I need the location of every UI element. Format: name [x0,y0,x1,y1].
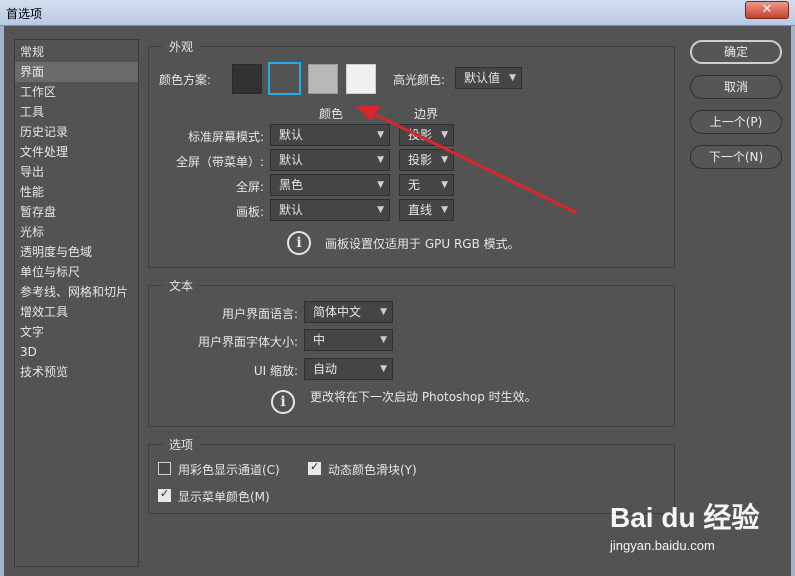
ui-scale-label: UI 缩放: [253,364,298,378]
fullscreen-menu-color-select[interactable]: 默认 ▼ [270,149,390,171]
chevron-down-icon: ▼ [380,335,387,345]
nav-item-scratch-disks[interactable]: 暂存盘 [15,202,138,222]
artboard-label: 画板: [235,205,264,219]
title-bar: 首选项 ✕ [0,0,795,26]
color-channels-label: 用彩色显示通道(C) [178,463,280,477]
fullscreen-color-value: 黑色 [279,178,304,192]
nav-item-guides-grid[interactable]: 参考线、网格和切片 [15,282,138,302]
watermark-site: jingyan.baidu.com [610,538,715,553]
nav-item-tools[interactable]: 工具 [15,102,138,122]
color-scheme-label: 颜色方案: [159,73,212,87]
artboard-border-select[interactable]: 直线 ▼ [399,199,454,221]
fullscreen-menu-border-value: 投影 [408,153,433,167]
swatch-light[interactable] [346,64,376,94]
info-icon: i [271,390,295,414]
fullscreen-border-select[interactable]: 无 ▼ [399,174,454,196]
standard-screen-color-value: 默认 [279,128,304,142]
options-title: 选项 [163,436,200,453]
nav-item-file-handling[interactable]: 文件处理 [15,142,138,162]
nav-item-workspace[interactable]: 工作区 [15,82,138,102]
artboard-color-select[interactable]: 默认 ▼ [270,199,390,221]
fullscreen-border-value: 无 [408,178,421,192]
color-channels-checkbox[interactable] [158,462,171,475]
chevron-down-icon: ▼ [441,180,448,190]
fullscreen-menu-border-select[interactable]: 投影 ▼ [399,149,454,171]
column-header-color: 颜色 [319,107,344,121]
chevron-down-icon: ▼ [377,180,384,190]
next-button[interactable]: 下一个(N) [690,145,782,169]
restart-note: 更改将在下一次启动 Photoshop 时生效。 [310,390,537,404]
fullscreen-color-select[interactable]: 黑色 ▼ [270,174,390,196]
ui-language-label: 用户界面语言: [221,307,298,321]
menu-colors-label: 显示菜单颜色(M) [178,490,270,504]
info-icon: i [287,231,311,255]
artboard-color-value: 默认 [279,203,304,217]
menu-colors-checkbox[interactable] [158,487,171,502]
nav-item-units-rulers[interactable]: 单位与标尺 [15,262,138,282]
ui-scale-select[interactable]: 自动 ▼ [304,358,393,380]
artboard-border-value: 直线 [408,203,433,217]
category-list: 常规 界面 工作区 工具 历史记录 文件处理 导出 性能 暂存盘 光标 透明度与… [14,39,139,567]
close-button[interactable]: ✕ [745,1,789,19]
fullscreen-label: 全屏: [235,180,264,194]
previous-button[interactable]: 上一个(P) [690,110,782,134]
chevron-down-icon: ▼ [377,155,384,165]
ui-font-size-label: 用户界面字体大小: [197,335,298,349]
chevron-down-icon: ▼ [441,205,448,215]
highlight-color-select[interactable]: 默认值 ▼ [455,67,522,89]
ui-scale-value: 自动 [313,362,338,376]
chevron-down-icon: ▼ [380,307,387,317]
ui-font-size-value: 中 [313,333,326,347]
window-title: 首选项 [6,7,43,21]
standard-screen-label: 标准屏幕模式: [187,130,264,144]
baidu-watermark: Bai du 经验 jingyan.baidu.com [610,496,759,553]
dynamic-sliders-checkbox[interactable] [308,460,321,475]
nav-item-plugins[interactable]: 增效工具 [15,302,138,322]
nav-item-history[interactable]: 历史记录 [15,122,138,142]
chevron-down-icon: ▼ [380,364,387,374]
ui-font-size-select[interactable]: 中 ▼ [304,329,393,351]
fullscreen-menu-label: 全屏（带菜单）: [175,155,264,169]
swatch-medium[interactable] [308,64,338,94]
ok-button[interactable]: 确定 [690,40,782,64]
nav-item-type[interactable]: 文字 [15,322,138,342]
chevron-down-icon: ▼ [377,130,384,140]
chevron-down-icon: ▼ [377,205,384,215]
standard-screen-border-select[interactable]: 投影 ▼ [399,124,454,146]
swatch-dark-selected[interactable] [268,62,301,95]
standard-screen-color-select[interactable]: 默认 ▼ [270,124,390,146]
nav-item-interface[interactable]: 界面 [15,62,138,82]
nav-item-export[interactable]: 导出 [15,162,138,182]
ui-language-value: 简体中文 [313,305,362,319]
nav-item-cursors[interactable]: 光标 [15,222,138,242]
cancel-button[interactable]: 取消 [690,75,782,99]
ui-language-select[interactable]: 简体中文 ▼ [304,301,393,323]
fullscreen-menu-color-value: 默认 [279,153,304,167]
nav-item-3d[interactable]: 3D [15,342,138,362]
text-title: 文本 [163,277,200,294]
nav-item-performance[interactable]: 性能 [15,182,138,202]
standard-screen-border-value: 投影 [408,128,433,142]
chevron-down-icon: ▼ [441,155,448,165]
artboard-note: 画板设置仅适用于 GPU RGB 模式。 [325,237,520,251]
highlight-color-value: 默认值 [464,71,501,85]
highlight-color-label: 高光颜色: [393,73,446,87]
column-header-border: 边界 [414,107,439,121]
swatch-darkest[interactable] [232,64,262,94]
dynamic-sliders-label: 动态颜色滑块(Y) [328,463,417,477]
nav-item-general[interactable]: 常规 [15,42,138,62]
appearance-title: 外观 [163,38,200,55]
chevron-down-icon: ▼ [509,73,516,83]
chevron-down-icon: ▼ [441,130,448,140]
watermark-logo: Bai du 经验 [610,502,760,533]
nav-item-transparency[interactable]: 透明度与色域 [15,242,138,262]
nav-item-tech-previews[interactable]: 技术预览 [15,362,138,382]
